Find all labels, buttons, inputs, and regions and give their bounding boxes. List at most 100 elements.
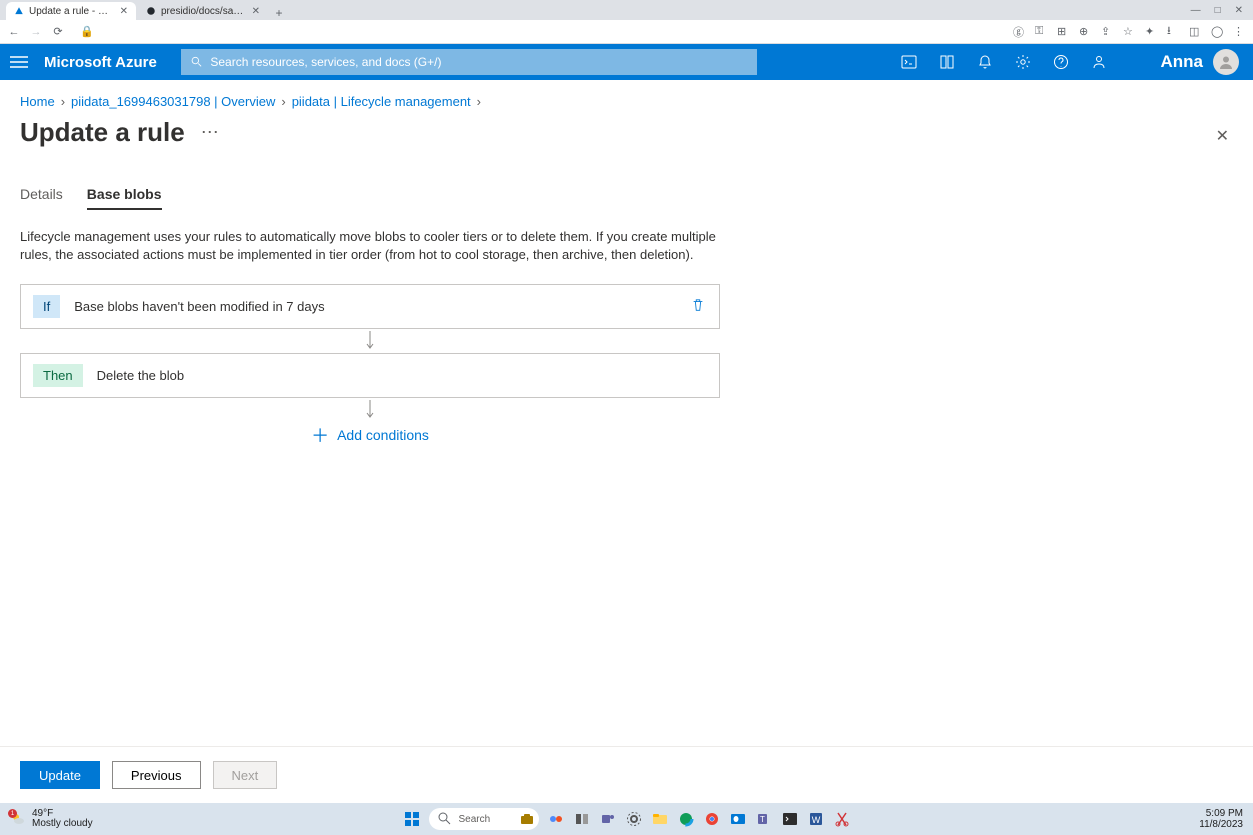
feedback-icon[interactable]	[1091, 54, 1107, 70]
task-app-teams[interactable]	[599, 810, 617, 828]
task-app-teams2[interactable]: T	[755, 810, 773, 828]
user-name: Anna	[1161, 52, 1204, 72]
new-tab-button[interactable]: +	[270, 6, 288, 20]
if-condition-block[interactable]: If Base blobs haven't been modified in 7…	[20, 284, 720, 329]
svg-text:W: W	[811, 815, 820, 825]
translate-icon[interactable]: ⓖ	[1013, 24, 1025, 40]
plus-icon: ＋	[311, 422, 329, 448]
azure-top-bar: Microsoft Azure Anna	[0, 44, 1253, 80]
briefcase-icon	[519, 811, 535, 827]
key-icon[interactable]: ⚿	[1035, 25, 1047, 38]
nav-back-icon[interactable]: ←	[8, 26, 20, 38]
zoom-icon[interactable]: ⊕	[1079, 25, 1091, 38]
close-tab-icon[interactable]: ✕	[120, 6, 128, 17]
downloads-icon[interactable]: ⭳	[1167, 22, 1179, 41]
lock-icon[interactable]: 🔒	[80, 25, 92, 38]
tab-strip: Details Base blobs	[20, 186, 1233, 210]
task-app-edge[interactable]	[677, 810, 695, 828]
update-button[interactable]: Update	[20, 761, 100, 789]
sidepanel-icon[interactable]: ◫	[1189, 25, 1201, 38]
weather-icon: 1	[10, 811, 26, 827]
help-icon[interactable]	[1053, 54, 1069, 70]
task-app-copilot[interactable]	[547, 810, 565, 828]
start-button[interactable]	[403, 810, 421, 828]
task-app-taskview[interactable]	[573, 810, 591, 828]
blade-content: Home › piidata_1699463031798 | Overview …	[0, 80, 1253, 746]
taskbar-date: 11/8/2023	[1199, 819, 1243, 830]
window-close-icon[interactable]: ✕	[1235, 5, 1243, 16]
browser-tab-strip: Update a rule - Microsoft Azure ✕ presid…	[0, 0, 1253, 20]
blade-footer: Update Previous Next	[0, 746, 1253, 803]
menu-icon[interactable]: ⋮	[1233, 25, 1245, 38]
chevron-right-icon: ›	[281, 94, 285, 109]
taskbar-search-label: Search	[459, 814, 491, 825]
taskbar-search[interactable]: Search	[429, 808, 539, 830]
global-search[interactable]	[181, 49, 757, 75]
notifications-icon[interactable]	[977, 54, 993, 70]
hamburger-icon[interactable]	[10, 55, 28, 69]
taskbar-time: 5:09 PM	[1199, 808, 1243, 819]
flow-arrow-icon	[20, 398, 720, 422]
github-favicon	[146, 6, 156, 16]
install-app-icon[interactable]: ⊞	[1057, 25, 1069, 38]
bookmark-icon[interactable]: ☆	[1123, 25, 1135, 38]
address-bar: ← → ⟳ 🔒 ⓖ ⚿ ⊞ ⊕ ⇪ ☆ ✦ ⭳ ◫ ◯ ⋮	[0, 20, 1253, 44]
azure-brand[interactable]: Microsoft Azure	[44, 54, 157, 71]
breadcrumb-lifecycle[interactable]: piidata | Lifecycle management	[292, 94, 471, 109]
task-app-snip[interactable]	[833, 810, 851, 828]
window-minimize-icon[interactable]: —	[1191, 5, 1201, 16]
then-action-text: Delete the blob	[97, 368, 184, 383]
add-conditions-button[interactable]: ＋ Add conditions	[20, 422, 720, 448]
nav-forward-icon: →	[30, 26, 42, 38]
task-app-explorer[interactable]	[651, 810, 669, 828]
task-app-outlook[interactable]	[729, 810, 747, 828]
search-input[interactable]	[210, 55, 746, 69]
tab-base-blobs[interactable]: Base blobs	[87, 186, 162, 210]
profile-icon[interactable]: ◯	[1211, 25, 1223, 38]
breadcrumb-storage[interactable]: piidata_1699463031798 | Overview	[71, 94, 275, 109]
taskbar-clock[interactable]: 5:09 PM 11/8/2023	[1199, 808, 1243, 830]
task-app-chrome[interactable]	[703, 810, 721, 828]
then-badge: Then	[33, 364, 83, 387]
taskbar-center: Search T W	[403, 808, 851, 830]
extensions-icon[interactable]: ✦	[1145, 25, 1157, 38]
tab-title: presidio/docs/samples/deploy…	[161, 6, 247, 17]
browser-tab-active[interactable]: Update a rule - Microsoft Azure ✕	[6, 2, 136, 20]
window-controls: — □ ✕	[1191, 5, 1253, 16]
rule-builder: If Base blobs haven't been modified in 7…	[20, 284, 720, 448]
browser-tab-inactive[interactable]: presidio/docs/samples/deploy… ✕	[138, 2, 268, 20]
weather-desc: Mostly cloudy	[32, 819, 93, 829]
task-app-terminal[interactable]	[781, 810, 799, 828]
tab-title: Update a rule - Microsoft Azure	[29, 6, 115, 17]
copilot-icon[interactable]	[939, 54, 955, 70]
previous-button[interactable]: Previous	[112, 761, 201, 789]
nav-reload-icon[interactable]: ⟳	[52, 25, 64, 38]
settings-icon[interactable]	[1015, 54, 1031, 70]
flow-arrow-icon	[20, 329, 720, 353]
then-action-block[interactable]: Then Delete the blob	[20, 353, 720, 398]
svg-text:T: T	[760, 815, 765, 824]
chevron-right-icon: ›	[477, 94, 481, 109]
next-button: Next	[213, 761, 278, 789]
window-maximize-icon[interactable]: □	[1215, 5, 1221, 16]
share-icon[interactable]: ⇪	[1101, 25, 1113, 38]
delete-condition-icon[interactable]	[691, 298, 705, 315]
close-blade-icon[interactable]: ✕	[1216, 126, 1229, 146]
add-conditions-label: Add conditions	[337, 427, 429, 443]
if-condition-text: Base blobs haven't been modified in 7 da…	[74, 299, 324, 314]
page-title: Update a rule	[20, 117, 185, 148]
user-menu[interactable]: Anna	[1161, 49, 1240, 75]
breadcrumb: Home › piidata_1699463031798 | Overview …	[20, 94, 1233, 109]
weather-widget[interactable]: 1 49°F Mostly cloudy	[10, 809, 93, 829]
azure-favicon	[14, 6, 24, 16]
breadcrumb-home[interactable]: Home	[20, 94, 55, 109]
cloud-shell-icon[interactable]	[901, 54, 917, 70]
task-app-word[interactable]: W	[807, 810, 825, 828]
windows-taskbar: 1 49°F Mostly cloudy Search T W 5:09 PM	[0, 803, 1253, 835]
tab-details[interactable]: Details	[20, 186, 63, 210]
search-icon	[191, 56, 203, 68]
close-tab-icon[interactable]: ✕	[252, 6, 260, 17]
search-icon	[437, 811, 453, 827]
task-app-settings[interactable]	[625, 810, 643, 828]
more-actions-icon[interactable]: ⋯	[201, 122, 219, 143]
